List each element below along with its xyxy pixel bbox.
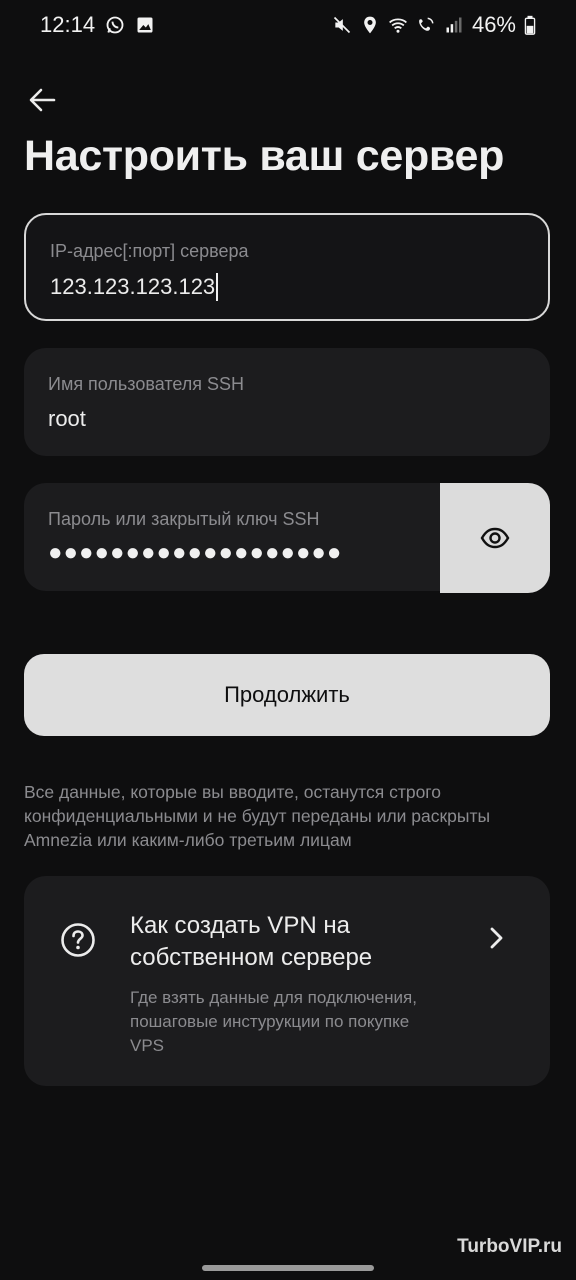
watermark-text: TurboVIP.ru bbox=[457, 1236, 562, 1257]
continue-button[interactable]: Продолжить bbox=[24, 654, 550, 736]
arrow-left-icon bbox=[29, 88, 56, 112]
ssh-password-value[interactable]: ●●●●●●●●●●●●●●●●●●● bbox=[48, 539, 342, 567]
wifi-icon bbox=[388, 18, 407, 33]
ip-address-value-row[interactable]: 123.123.123.123 bbox=[50, 273, 219, 301]
location-icon bbox=[364, 16, 376, 34]
ssh-username-value[interactable]: root bbox=[48, 406, 86, 432]
ssh-username-field[interactable]: Имя пользователя SSH root bbox=[24, 348, 550, 456]
privacy-disclaimer: Все данные, которые вы вводите, останутс… bbox=[24, 782, 491, 850]
back-button[interactable] bbox=[22, 80, 62, 120]
ssh-username-label: Имя пользователя SSH bbox=[48, 374, 245, 394]
image-icon bbox=[137, 17, 153, 33]
status-left: 12:14 bbox=[40, 12, 155, 38]
ip-address-label: IP-адрес[:порт] сервера bbox=[50, 241, 249, 261]
ssh-password-label: Пароль или закрытый ключ SSH bbox=[48, 509, 320, 529]
vpn-guide-description: Где взять данные для подключения, пошаго… bbox=[130, 988, 417, 1055]
chevron-right-icon bbox=[490, 927, 503, 949]
page-title: Настроить ваш сервер bbox=[24, 132, 505, 180]
status-time: 12:14 bbox=[40, 12, 96, 37]
signal-icon bbox=[446, 17, 462, 33]
status-bar: 12:14 46% bbox=[0, 0, 576, 50]
vpn-guide-title: Как создать VPN на собственном сервере bbox=[130, 912, 373, 971]
ssh-password-field[interactable]: Пароль или закрытый ключ SSH ●●●●●●●●●●●… bbox=[24, 483, 440, 591]
mute-icon bbox=[333, 16, 351, 34]
text-cursor bbox=[216, 273, 219, 301]
question-circle-icon bbox=[61, 923, 95, 957]
wifi-call-icon bbox=[419, 17, 434, 31]
battery-percent: 46% bbox=[471, 12, 516, 37]
show-password-button[interactable] bbox=[440, 483, 550, 593]
ip-address-field[interactable]: IP-адрес[:порт] сервера 123.123.123.123 bbox=[24, 213, 550, 321]
battery-icon bbox=[524, 15, 536, 35]
home-indicator[interactable] bbox=[202, 1265, 374, 1271]
status-right: 46% bbox=[332, 12, 536, 38]
ip-address-value[interactable]: 123.123.123.123 bbox=[50, 274, 215, 300]
eye-icon bbox=[480, 527, 510, 549]
vpn-guide-card[interactable]: Как создать VPN на собственном сервере Г… bbox=[24, 876, 550, 1086]
whatsapp-icon bbox=[106, 16, 124, 34]
